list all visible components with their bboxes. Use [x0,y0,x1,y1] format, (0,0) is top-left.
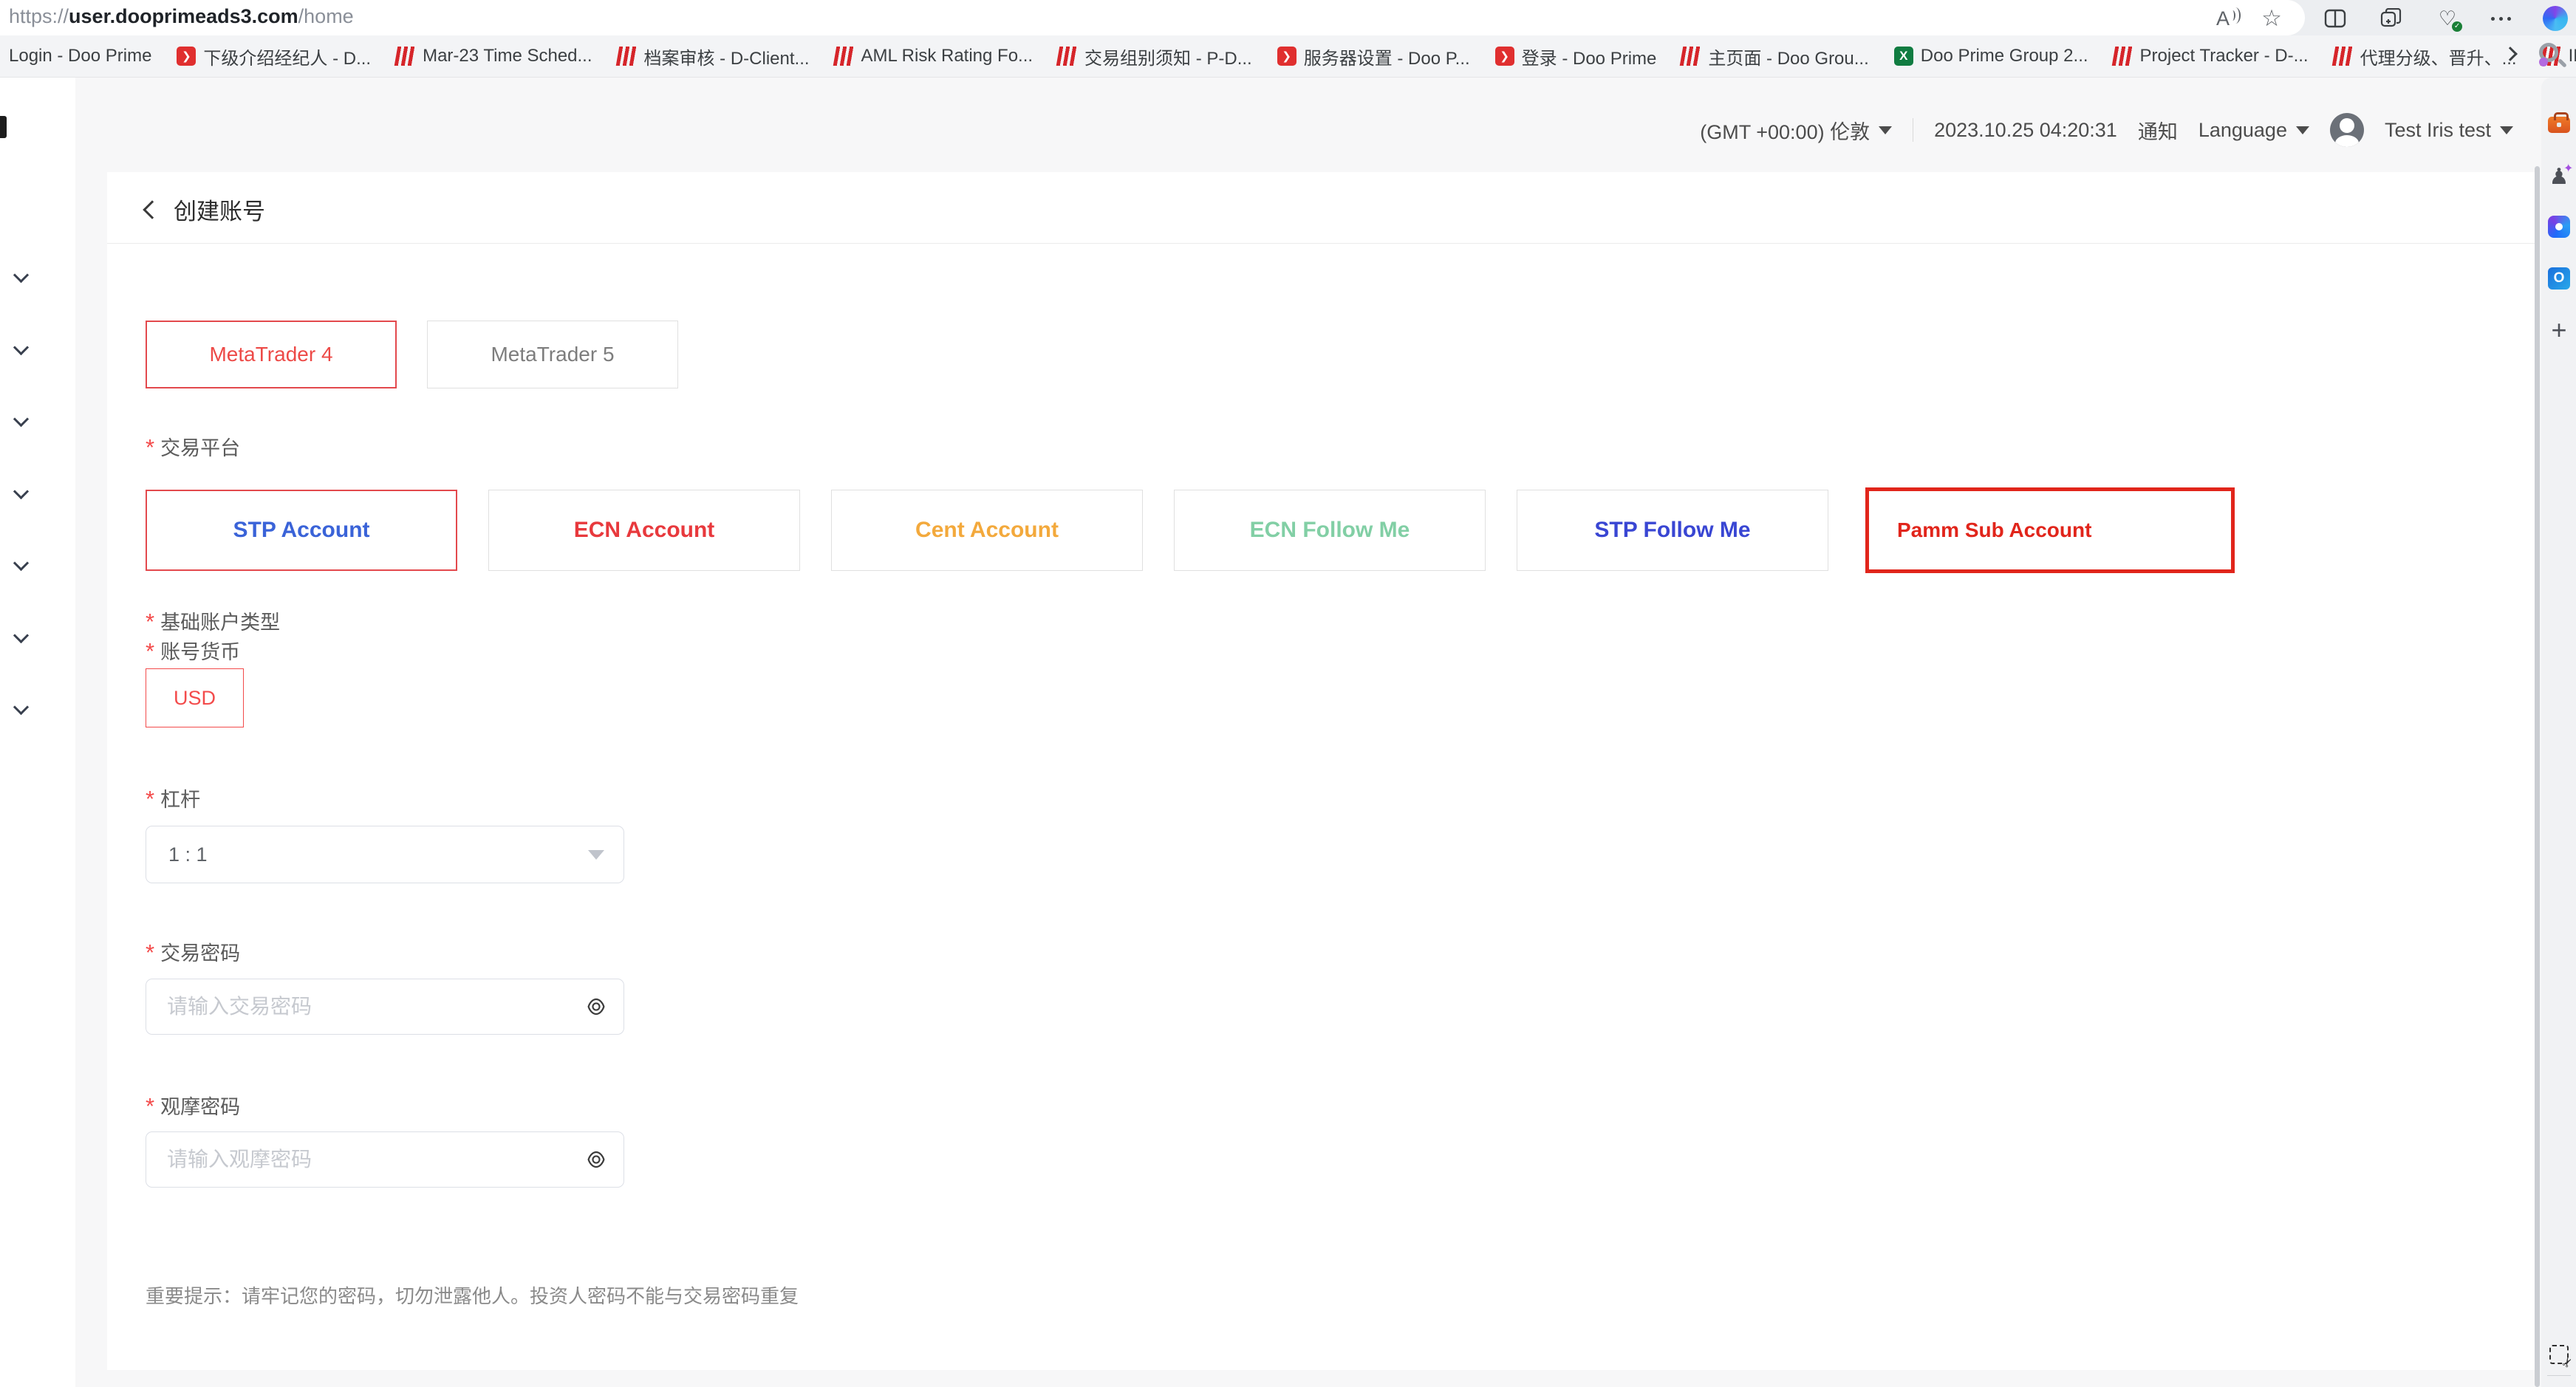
back-button[interactable] [143,200,161,219]
outlook-icon[interactable]: O [2546,266,2572,291]
bookmarks-bar: Login - Doo Prime 下级介绍经纪人 - D... Mar-23 … [0,35,2576,78]
leverage-select[interactable]: 1 : 1 [146,826,624,883]
currency-label: *账号货币 [146,636,240,665]
sidebar-chevron-down-icon[interactable] [15,559,27,572]
microsoft-365-icon[interactable] [2546,214,2572,239]
games-icon[interactable]: ♟✦ [2546,164,2572,189]
edge-sidebar: ♟✦ O + [2541,78,2576,1387]
bookmark-item[interactable]: Project Tracker - D-... [2114,46,2309,66]
account-type-stp[interactable]: STP Account [146,490,457,571]
url-text[interactable]: https://user.dooprimeads3.com/home [9,5,354,28]
page-title: 创建账号 [174,193,265,226]
platform-option-mt4[interactable]: MetaTrader 4 [146,321,397,388]
web-capture-icon[interactable] [2546,1342,2572,1367]
trade-password-label: *交易密码 [146,937,240,966]
bookmark-item[interactable]: AML Risk Rating Fo... [835,46,1034,66]
read-aloud-icon[interactable]: A [2209,4,2237,32]
browser-window: https://user.dooprimeads3.com/home A ☆ ♡… [0,0,2576,1387]
search-icon[interactable] [2538,41,2566,69]
user-avatar[interactable] [2330,113,2364,147]
doo-prime-favicon [615,47,638,66]
doo-prime-favicon [1680,47,1703,66]
favorite-star-icon[interactable]: ☆ [2258,4,2286,32]
sidebar-chevron-down-icon[interactable] [15,487,27,500]
bookmark-item[interactable]: Mar-23 Time Sched... [396,46,592,66]
web-app: (GMT +00:00) 伦敦 2023.10.25 04:20:31 通知 L… [0,78,2576,1387]
doo-prime-favicon [394,47,417,66]
trade-password-wrap [146,979,624,1035]
account-type-ecn-follow-me[interactable]: ECN Follow Me [1174,490,1486,571]
pdf-favicon [1495,47,1514,66]
chevron-down-icon [1879,126,1892,134]
split-screen-icon[interactable] [2321,4,2349,32]
address-bar-row: https://user.dooprimeads3.com/home A ☆ ♡… [0,0,2576,35]
leverage-value: 1 : 1 [168,843,208,866]
bookmark-item[interactable]: 下级介绍经纪人 - D... [177,44,371,69]
copilot-icon[interactable] [2541,4,2569,32]
toolbox-icon[interactable] [2546,112,2572,137]
show-password-eye-icon[interactable] [584,995,608,1018]
add-sidebar-item-icon[interactable]: + [2546,318,2572,343]
bookmark-item[interactable]: Doo Prime Group 2... [1894,46,2088,66]
pdf-favicon [1277,47,1296,66]
notifications-link[interactable]: 通知 [2138,116,2178,145]
bookmark-item[interactable]: 主页面 - Doo Grou... [1681,44,1868,69]
address-bar[interactable]: https://user.dooprimeads3.com/home A ☆ [0,0,2305,35]
view-password-wrap [146,1131,624,1188]
sidebar-chevron-down-icon[interactable] [15,703,27,716]
bookmark-item[interactable]: 代理分级、晋升、... [2334,44,2517,69]
timezone-selector[interactable]: (GMT +00:00) 伦敦 [1700,116,1892,145]
view-password-label: *观摩密码 [146,1091,240,1120]
username: Test Iris test [2385,119,2491,142]
select-caret-icon [588,850,604,860]
bookmark-item[interactable]: 登录 - Doo Prime [1495,44,1657,69]
platform-option-mt5[interactable]: MetaTrader 5 [427,321,678,388]
url-scheme: https:// [9,5,69,27]
url-path: /home [298,5,354,27]
account-type-stp-follow-me[interactable]: STP Follow Me [1517,490,1828,571]
password-hint: 重要提示：请牢记您的密码，切勿泄露他人。投资人密码不能与交易密码重复 [146,1281,799,1309]
sidebar-logo-clipped [0,116,7,138]
language-selector[interactable]: Language [2199,119,2309,142]
bookmark-item[interactable]: Login - Doo Prime [9,46,151,66]
excel-favicon [1894,47,1913,66]
account-type-pamm-sub[interactable]: Pamm Sub Account [1865,487,2235,573]
show-password-eye-icon[interactable] [584,1148,608,1171]
page-scrollbar[interactable] [2535,166,2540,1387]
leverage-label: *杠杆 [146,784,200,812]
doo-prime-favicon [1056,47,1079,66]
bookmark-item[interactable]: 服务器设置 - Doo P... [1277,44,1470,69]
sidebar-chevron-down-icon[interactable] [15,271,27,284]
account-type-cent[interactable]: Cent Account [831,490,1143,571]
sidebar-divider [2547,1375,2571,1376]
datetime-display: 2023.10.25 04:20:31 [1934,119,2117,142]
url-domain: user.dooprimeads3.com [69,5,298,27]
chevron-down-icon [2296,126,2309,134]
account-type-ecn[interactable]: ECN Account [488,490,800,571]
account-type-label: *基础账户类型 [146,606,280,635]
bookmark-item[interactable]: 交易组别须知 - P-D... [1058,44,1252,69]
chevron-down-icon [2500,126,2513,134]
platform-label: *交易平台 [146,432,240,461]
collapsed-sidebar [0,78,75,1387]
doo-prime-favicon [833,47,855,66]
currency-option-usd[interactable]: USD [146,668,244,727]
browser-essentials-icon[interactable]: ♡✓ [2433,4,2461,32]
doo-prime-favicon [2111,47,2134,66]
sidebar-chevron-down-icon[interactable] [15,343,27,356]
settings-menu-icon[interactable] [2487,4,2515,32]
sidebar-chevron-down-icon[interactable] [15,631,27,644]
view-password-input[interactable] [146,1131,624,1188]
trade-password-input[interactable] [146,979,624,1035]
create-account-card: 创建账号 *交易平台 MetaTrader 4 MetaTrader 5 *基础… [107,172,2538,1370]
user-menu[interactable]: Test Iris test [2385,119,2513,142]
sidebar-chevron-down-icon[interactable] [15,415,27,428]
doo-prime-favicon [2331,47,2354,66]
title-divider [107,243,2538,244]
app-header: (GMT +00:00) 伦敦 2023.10.25 04:20:31 通知 L… [1625,107,2513,153]
collections-icon[interactable] [2377,4,2405,32]
bookmark-item[interactable]: 档案审核 - D-Client... [618,44,810,69]
pdf-favicon [177,47,196,66]
